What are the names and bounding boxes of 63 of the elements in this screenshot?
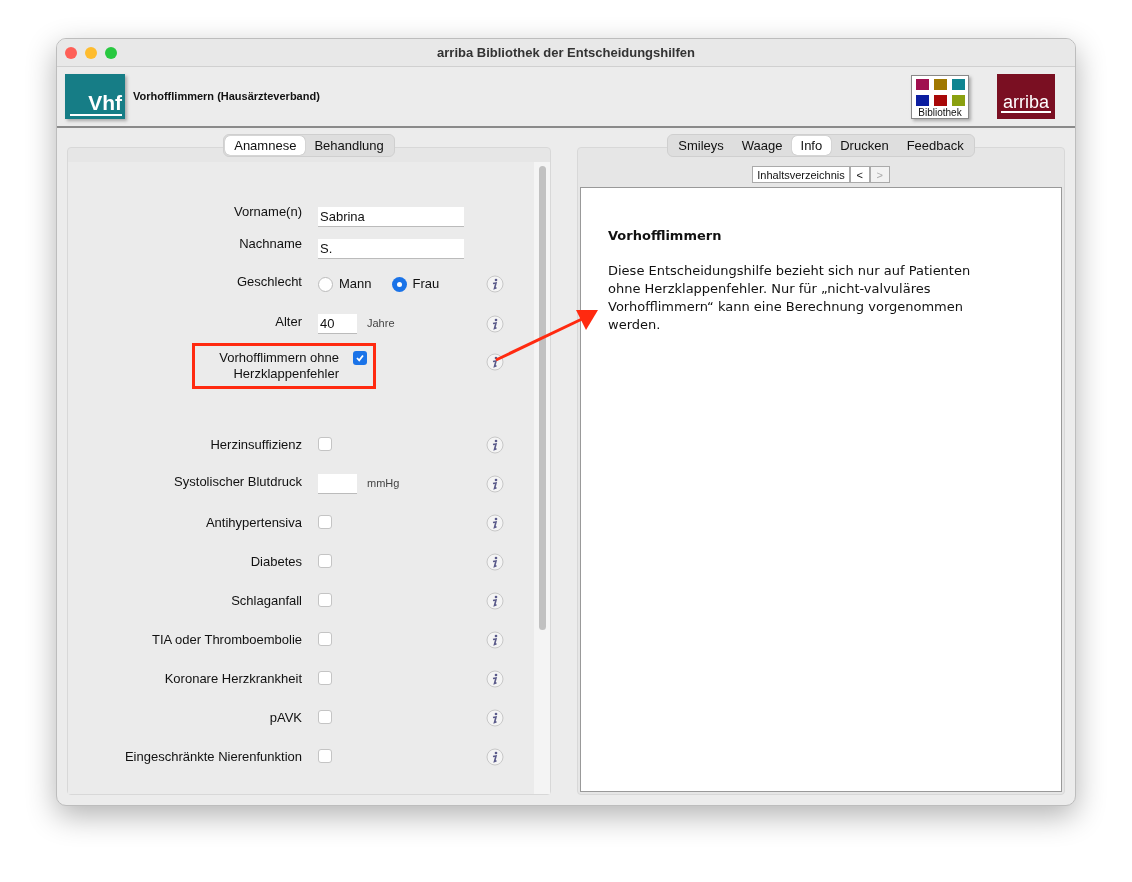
close-button[interactable]	[65, 46, 77, 59]
checkbox[interactable]	[318, 592, 332, 607]
field-label: Schlaganfall	[231, 592, 302, 609]
field-label: Geschlecht	[236, 274, 302, 292]
checkbox[interactable]	[318, 670, 332, 685]
tab[interactable]: Feedback	[897, 136, 973, 155]
info-icon[interactable]	[486, 747, 504, 766]
info-text: Diese Entscheidungshilfe bezieht sich nur auf Patienten ohne Herzklappenfehler. Nur für „nicht-valvuläres Vorhofflimmern“ kann eine Berechnung vorgenommen werden.	[608, 261, 972, 334]
field-label: Alter	[275, 313, 302, 331]
checkbox[interactable]	[318, 709, 332, 724]
info-icon[interactable]	[486, 669, 504, 688]
checkbox[interactable]	[318, 748, 332, 763]
unit-label: mmHg	[367, 476, 400, 492]
toc-button[interactable]: Inhaltsverzeichnis	[752, 166, 850, 183]
checkbox[interactable]	[353, 351, 367, 365]
number-field[interactable]: 40	[318, 313, 357, 334]
info-icon[interactable]	[486, 275, 504, 293]
radio-label: Frau	[412, 275, 440, 294]
text-field[interactable]: S.	[318, 239, 464, 259]
header-title: Vorhofflimmern (Hausärzteverband)	[133, 89, 320, 105]
radio-label: Mann	[339, 275, 372, 294]
field-label: Vorname(n)	[234, 204, 302, 221]
tab[interactable]: Smileys	[669, 136, 733, 155]
brand-logo: arriba	[997, 74, 1055, 119]
field-label: Nachname	[239, 236, 302, 253]
checkbox[interactable]	[318, 553, 332, 568]
tab[interactable]: Drucken	[831, 136, 898, 155]
checkbox[interactable]	[318, 514, 332, 529]
radio-button[interactable]	[318, 276, 333, 292]
field-label: Antihypertensiva	[205, 514, 302, 531]
checkbox[interactable]	[318, 631, 332, 646]
field-label: Vorhofflimmern ohne Herzklappenfehler	[218, 350, 339, 382]
info-icon[interactable]	[486, 552, 504, 571]
info-icon[interactable]	[486, 513, 504, 532]
library-button[interactable]: Bibliothek	[911, 74, 969, 119]
info-icon[interactable]	[486, 435, 504, 454]
scrollbar[interactable]	[534, 162, 550, 794]
field-label: Systolischer Blutdruck	[174, 473, 302, 491]
info-icon[interactable]	[486, 353, 504, 371]
info-icon[interactable]	[486, 630, 504, 649]
radio-button[interactable]	[391, 276, 407, 292]
tab[interactable]: Anamnese	[225, 136, 306, 155]
field-label: Eingeschränkte Nierenfunktion	[124, 748, 302, 765]
unit-label: Jahre	[367, 316, 395, 332]
app-logo: Vhf	[65, 74, 125, 119]
field-label: pAVK	[269, 709, 302, 726]
checkmark-icon	[355, 353, 365, 363]
tab[interactable]: Waage	[732, 136, 792, 155]
field-label: Koronare Herzkrankheit	[164, 670, 302, 687]
info-heading: Vorhofflimmern	[608, 227, 723, 245]
checkbox[interactable]	[318, 436, 332, 451]
window-title: arriba Bibliothek der Entscheidungshilfen	[437, 43, 695, 62]
tab[interactable]: Behandlung	[305, 136, 393, 155]
info-icon[interactable]	[486, 591, 504, 610]
text-field[interactable]: Sabrina	[318, 207, 464, 227]
field-label: Herzinsuffizienz	[210, 436, 302, 453]
info-icon[interactable]	[486, 474, 504, 493]
info-icon[interactable]	[486, 314, 504, 333]
number-field[interactable]	[318, 473, 357, 494]
info-icon[interactable]	[486, 708, 504, 727]
field-label: Diabetes	[250, 553, 302, 570]
tab[interactable]: Info	[791, 136, 832, 155]
field-label: TIA oder Thromboembolie	[151, 631, 302, 648]
